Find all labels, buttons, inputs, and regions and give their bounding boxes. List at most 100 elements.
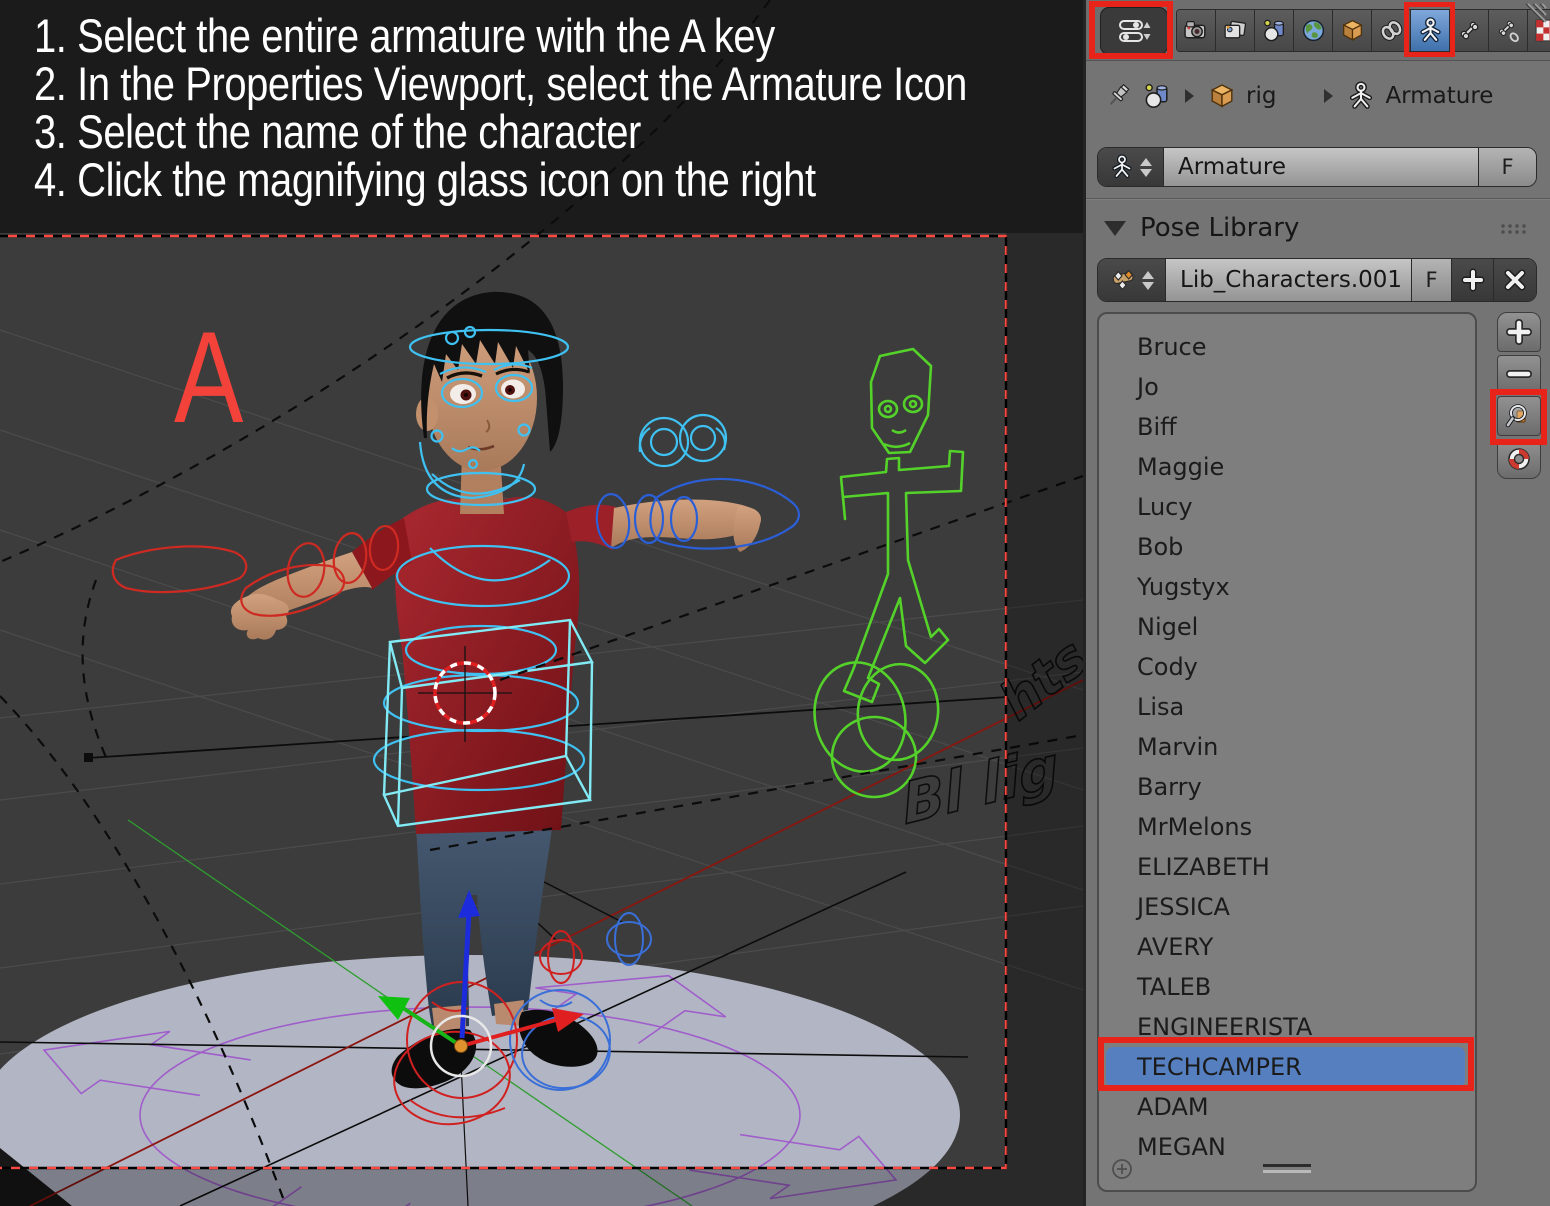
datablock-type-button[interactable] [1098, 148, 1164, 186]
breadcrumb-object-name[interactable]: rig [1246, 83, 1276, 109]
object-mini-icon[interactable] [1207, 81, 1237, 111]
pose-list-item[interactable]: JESSICA [1099, 887, 1475, 927]
pose-list-item[interactable]: Maggie [1099, 447, 1475, 487]
sanitize-action-button[interactable] [1497, 439, 1541, 479]
pose-list-item[interactable]: Nigel [1099, 607, 1475, 647]
gizmo-origin-dot [455, 1040, 468, 1053]
datablock-stepper[interactable] [1140, 158, 1152, 177]
magnifying-glass-icon [1505, 402, 1533, 430]
pose-name: Bob [1137, 533, 1183, 561]
pose-list-item[interactable]: Bruce [1099, 327, 1475, 367]
pose-list-item[interactable]: Lucy [1099, 487, 1475, 527]
pose-name: Barry [1137, 773, 1202, 801]
pose-list-item[interactable]: Marvin [1099, 727, 1475, 767]
pose-list-item[interactable]: Jo [1099, 367, 1475, 407]
instruction-line-1: 1. Select the entire armature with the A… [34, 12, 967, 60]
add-pose-button[interactable] [1497, 312, 1541, 352]
pose-name: Cody [1137, 653, 1198, 681]
scene-icon [1261, 17, 1288, 44]
pose-name: ADAM [1137, 1093, 1209, 1121]
panel-drag-grip[interactable] [1500, 224, 1528, 234]
pose-name: Marvin [1137, 733, 1218, 761]
fake-user-label: F [1425, 268, 1437, 292]
pose-name: MrMelons [1137, 813, 1252, 841]
pose-library-header[interactable]: Pose Library [1086, 206, 1550, 250]
pose-library-title: Pose Library [1140, 213, 1299, 243]
pose-name: Jo [1137, 373, 1159, 401]
pose-list-item[interactable]: Bob [1099, 527, 1475, 567]
close-icon [1503, 268, 1527, 292]
tab-constraints[interactable] [1372, 10, 1411, 51]
action-stepper[interactable] [1142, 271, 1154, 290]
action-fake-user-button[interactable]: F [1412, 259, 1452, 301]
armature-name-field[interactable]: Armature [1164, 148, 1479, 186]
editor-type-button[interactable] [1100, 7, 1168, 55]
pose-list-item[interactable]: MrMelons [1099, 807, 1475, 847]
action-type-button[interactable] [1098, 259, 1166, 301]
pose-list-item[interactable]: Barry [1099, 767, 1475, 807]
pose-list-item[interactable]: ELIZABETH [1099, 847, 1475, 887]
pose-list-item-selected[interactable]: TECHCAMPER [1106, 1047, 1465, 1087]
tab-world[interactable] [1294, 10, 1333, 51]
pose-list-item[interactable]: AVERY [1099, 927, 1475, 967]
list-resize-handle[interactable] [1263, 1164, 1311, 1176]
pose-list-item[interactable]: Yugstyx [1099, 567, 1475, 607]
remove-pose-button[interactable] [1497, 355, 1541, 393]
stepper-up-icon [1142, 271, 1154, 279]
apply-pose-button[interactable] [1497, 396, 1541, 436]
pose-library-tools [1497, 312, 1541, 482]
fake-user-button[interactable]: F [1479, 148, 1536, 186]
3d-viewport[interactable]: hts Bl lig [0, 0, 1083, 1206]
tab-render[interactable] [1177, 10, 1216, 51]
action-name-value: Lib_Characters.001 [1180, 267, 1402, 293]
armature-icon [1109, 154, 1135, 180]
pose-list-item[interactable]: ENGINEERISTA [1099, 1007, 1475, 1047]
pose-list-item[interactable]: MEGAN [1099, 1127, 1475, 1167]
action-name-field[interactable]: Lib_Characters.001 [1166, 259, 1412, 301]
pose-list-item[interactable]: ADAM [1099, 1087, 1475, 1127]
properties-tab-strip [1176, 9, 1550, 52]
lifebuoy-icon [1505, 445, 1533, 473]
tab-scene[interactable] [1255, 10, 1294, 51]
properties-header [1086, 0, 1550, 61]
list-add-icon[interactable] [1109, 1156, 1135, 1182]
stepper-down-icon [1140, 169, 1152, 177]
tab-object[interactable] [1333, 10, 1372, 51]
pose-name: ENGINEERISTA [1137, 1013, 1312, 1041]
breadcrumb-data-name[interactable]: Armature [1385, 83, 1493, 109]
left-pupil [464, 393, 468, 397]
cube-icon [1339, 17, 1366, 44]
pose-list-item[interactable]: Biff [1099, 407, 1475, 447]
new-action-button[interactable] [1452, 259, 1494, 301]
collapse-triangle-icon[interactable] [1104, 221, 1126, 236]
pin-icon[interactable] [1103, 81, 1133, 111]
editor-type-icon [1117, 14, 1151, 48]
pose-list-item[interactable]: Cody [1099, 647, 1475, 687]
pose-name: JESSICA [1137, 893, 1230, 921]
stepper-down-icon [1142, 282, 1154, 290]
tab-render-layers[interactable] [1216, 10, 1255, 51]
instructions-overlay: 1. Select the entire armature with the A… [34, 12, 967, 204]
armature-icon [1417, 17, 1444, 44]
breadcrumb: rig Armature [1086, 61, 1550, 131]
pose-name: Lucy [1137, 493, 1193, 521]
pose-list: Bruce Jo BiffMaggie Lucy Bob Yugstyx Nigel Cody… [1097, 312, 1477, 1192]
pose-name: Yugstyx [1137, 573, 1230, 601]
pose-name: MEGAN [1137, 1133, 1226, 1161]
minus-icon [1506, 361, 1532, 387]
pose-list-item[interactable]: TALEB [1099, 967, 1475, 1007]
unlink-action-button[interactable] [1494, 259, 1536, 301]
pose-name: Bruce [1137, 333, 1207, 361]
tab-bone[interactable] [1450, 10, 1489, 51]
scene-mini-icon[interactable] [1142, 81, 1172, 111]
passepartout-right [1006, 233, 1083, 1206]
pose-library-action-row: Lib_Characters.001 F [1097, 258, 1537, 302]
pose-name: Nigel [1137, 613, 1198, 641]
tab-armature-data[interactable] [1411, 10, 1450, 51]
panel-divider[interactable] [1083, 0, 1086, 1206]
panel-corner-grip[interactable] [1522, 2, 1548, 24]
armature-mini-icon[interactable] [1346, 81, 1376, 111]
pose-list-item[interactable]: Lisa [1099, 687, 1475, 727]
pose-name: ELIZABETH [1137, 853, 1270, 881]
select-all-key-overlay: A [174, 312, 243, 442]
